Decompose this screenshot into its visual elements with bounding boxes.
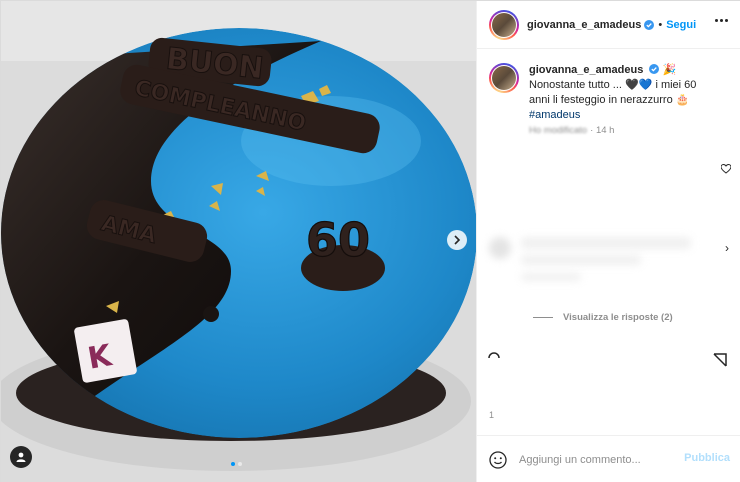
post-media[interactable]: BUON COMPLEANNO AMA 60 K xyxy=(1,1,476,482)
caption-edited: Ho modificato xyxy=(529,125,588,136)
verified-badge-icon xyxy=(649,64,660,74)
brand-label: K xyxy=(74,319,137,383)
comment-composer: Pubblica xyxy=(477,435,740,482)
carousel-dot xyxy=(238,462,242,466)
more-options-icon[interactable] xyxy=(715,19,728,22)
post-actions xyxy=(477,341,740,371)
view-replies-button[interactable]: Visualizza le risposte (2) xyxy=(533,312,673,323)
publish-button[interactable]: Pubblica xyxy=(684,452,730,464)
avatar[interactable] xyxy=(489,9,519,40)
follow-button[interactable]: Segui xyxy=(666,19,696,31)
header-username[interactable]: giovanna_e_amadeus xyxy=(527,19,641,31)
post-dialog: BUON COMPLEANNO AMA 60 K giovanna_e_amad… xyxy=(0,0,740,482)
like-comment-heart-icon[interactable] xyxy=(721,164,731,174)
caption-time[interactable]: · 14 h xyxy=(590,125,614,136)
topper-4-text: 60 xyxy=(306,213,370,267)
chevron-right-icon xyxy=(454,235,461,245)
caption-line-2: anni li festeggio in nerazzurro 🎂 xyxy=(529,94,690,106)
tagged-users-button[interactable] xyxy=(10,446,32,468)
header-separator: • xyxy=(658,18,663,31)
caption: giovanna_e_amadeus 🎉 Nonostante tutto ..… xyxy=(489,63,729,138)
caption-line-1: Nonostante tutto ... 🖤💙 i miei 60 xyxy=(529,79,697,91)
replies-divider xyxy=(533,317,553,318)
carousel-dots xyxy=(231,462,242,466)
blurred-comment xyxy=(489,229,729,299)
caption-text: giovanna_e_amadeus 🎉 Nonostante tutto ..… xyxy=(529,63,729,138)
save-bookmark-icon[interactable] xyxy=(713,353,727,367)
carousel-dot-active xyxy=(231,462,235,466)
post-header: giovanna_e_amadeus • Segui xyxy=(477,1,740,49)
caption-avatar[interactable] xyxy=(489,63,519,93)
chevron-right-icon[interactable]: › xyxy=(725,241,729,255)
post-side-panel: giovanna_e_amadeus • Segui giovanna_e_am… xyxy=(476,1,740,482)
verified-badge-icon xyxy=(644,19,655,30)
next-slide-button[interactable] xyxy=(447,230,467,250)
cake-photo: BUON COMPLEANNO AMA 60 K xyxy=(1,1,476,482)
comment-icon[interactable] xyxy=(487,351,501,365)
user-icon xyxy=(16,452,26,462)
party-emoji: 🎉 xyxy=(662,64,677,76)
emoji-icon[interactable] xyxy=(489,450,507,469)
view-replies-label: Visualizza le risposte (2) xyxy=(563,312,673,323)
likes-row: 1 xyxy=(489,410,495,420)
caption-username[interactable]: giovanna_e_amadeus xyxy=(529,64,643,76)
caption-hashtag[interactable]: #amadeus xyxy=(529,108,729,123)
comment-input[interactable] xyxy=(519,453,674,466)
